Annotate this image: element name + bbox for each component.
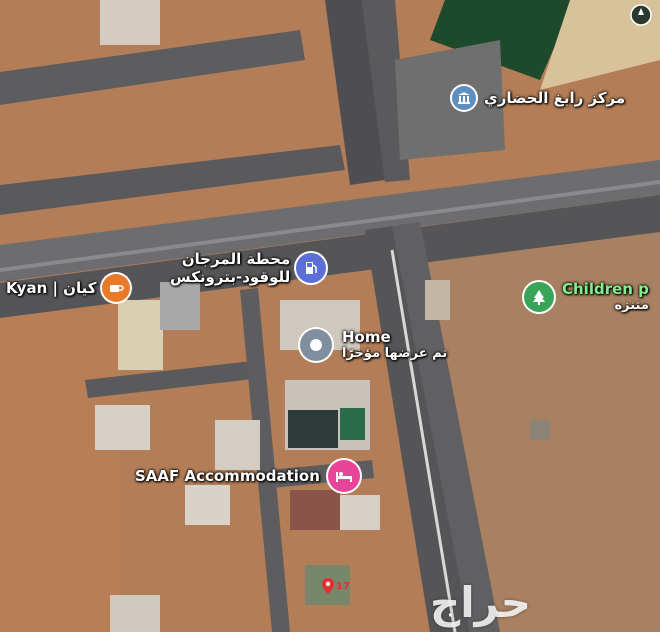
poi-label: محطة المرجان [181,250,291,268]
fuel-icon [296,253,327,283]
red-location-pin-icon [322,578,334,594]
compass-icon[interactable] [630,4,652,26]
poi-saaf-accommodation[interactable]: SAAF Accommodation [135,460,360,492]
satellite-map[interactable]: مركز رابغ الحضاري محطة المرجان للوقود-بت… [0,0,660,632]
recent-place-icon [300,328,332,361]
poi-marjan-fuel-station[interactable]: محطة المرجان للوقود-بترونكس [170,250,327,286]
poi-label: SAAF Accommodation [135,467,320,485]
location-marker-17[interactable]: 17 [322,578,350,594]
poi-children-park[interactable]: Children p متنزه [524,280,649,313]
poi-label: مركز رابغ الحضاري [484,89,626,107]
poi-home[interactable]: Home تم عرضها مؤخرًا [300,328,447,361]
museum-icon [452,86,476,110]
poi-label: Home [342,328,391,346]
poi-kyan-cafe[interactable]: Kyan | كيان [6,274,131,302]
poi-sublabel: تم عرضها مؤخرًا [342,346,448,361]
poi-label: Children p [562,280,649,298]
haraj-watermark: حراج [430,578,533,627]
poi-label: Kyan | كيان [6,279,97,297]
park-icon [524,281,554,312]
poi-sublabel: متنزه [614,298,649,313]
poi-rabigh-cultural-center[interactable]: مركز رابغ الحضاري [452,86,625,110]
hotel-icon [327,460,360,492]
marker-number: 17 [336,580,350,592]
poi-sublabel: للوقود-بترونكس [170,268,291,286]
cafe-icon [102,274,131,302]
